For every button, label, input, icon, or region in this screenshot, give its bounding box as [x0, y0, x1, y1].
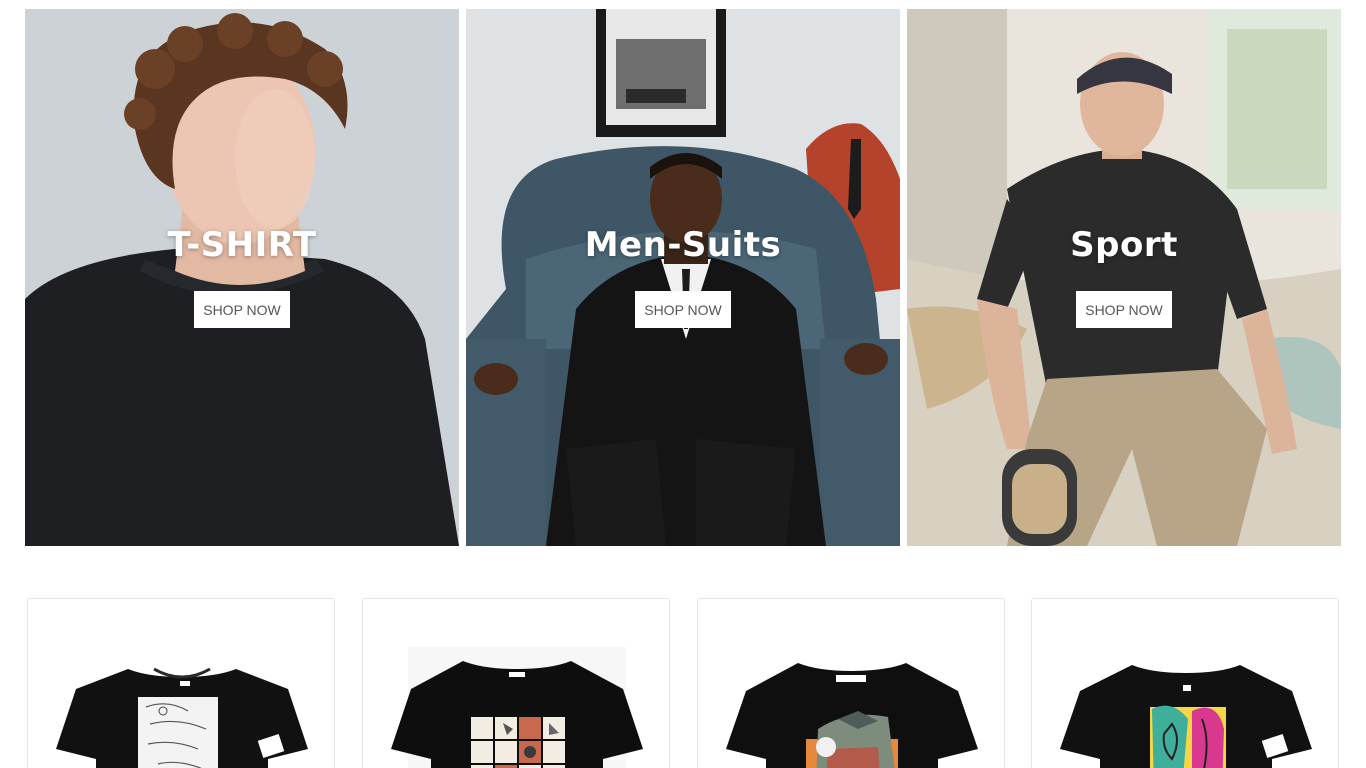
- shop-now-button[interactable]: SHOP NOW: [1076, 291, 1172, 328]
- shop-now-button[interactable]: SHOP NOW: [635, 291, 731, 328]
- product-card[interactable]: [362, 598, 670, 768]
- product-image: [1060, 665, 1312, 768]
- product-card[interactable]: [697, 598, 1005, 768]
- banner-sport[interactable]: Sport SHOP NOW: [907, 9, 1341, 546]
- product-image: [56, 667, 308, 768]
- shop-now-button[interactable]: SHOP NOW: [194, 291, 290, 328]
- product-image: [726, 663, 978, 768]
- sport-model-photo: [907, 9, 1341, 546]
- banner-title: Men-Suits: [584, 225, 782, 265]
- product-card[interactable]: [1031, 598, 1339, 768]
- banner-men-suits[interactable]: Men-Suits SHOP NOW: [466, 9, 900, 546]
- category-banners: T-SHIRT SHOP NOW Men-Suits SHOP NOW Spor…: [25, 9, 1341, 546]
- suits-model-photo: [466, 9, 900, 546]
- product-image: [391, 647, 643, 768]
- product-card[interactable]: [27, 598, 335, 768]
- tshirt-model-photo: [25, 9, 459, 546]
- banner-tshirt[interactable]: T-SHIRT SHOP NOW: [25, 9, 459, 546]
- product-grid: [27, 598, 1339, 768]
- banner-title: T-SHIRT: [167, 225, 317, 265]
- banner-title: Sport: [1070, 225, 1178, 265]
